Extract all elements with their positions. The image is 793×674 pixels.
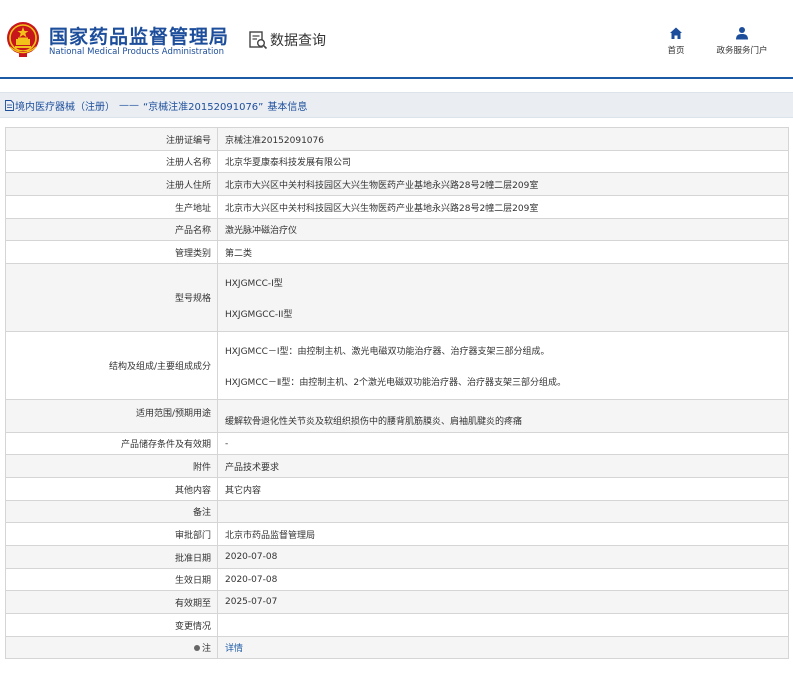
table-row: 产品名称 激光脉冲磁治疗仪 xyxy=(5,219,789,241)
row-label: 附件 xyxy=(6,455,218,477)
row-label: 注册证编号 xyxy=(6,128,218,150)
row-value-line-1: HXJGMCC-Ⅰ型 xyxy=(225,278,283,289)
nav-home-label: 首页 xyxy=(667,46,685,56)
row-label: 注册人住所 xyxy=(6,173,218,195)
row-value-line-2: HXJGMCC－Ⅱ型：由控制主机、2个激光电磁双功能治疗器、治疗器支架三部分组成… xyxy=(225,377,567,388)
document-icon xyxy=(5,99,14,111)
row-label: 注册人名称 xyxy=(6,151,218,172)
nav-home[interactable]: 首页 xyxy=(641,26,711,56)
table-row: 批准日期 2020-07-08 xyxy=(5,546,789,569)
row-value-line-1: HXJGMCC－Ⅰ型：由控制主机、激光电磁双功能治疗器、治疗器支架三部分组成。 xyxy=(225,346,550,357)
row-label: 其他内容 xyxy=(6,478,218,500)
table-row: 注册人住所 北京市大兴区中关村科技园区大兴生物医药产业基地永兴路28号2幢二层2… xyxy=(5,173,789,196)
row-label: 适用范围/预期用途 xyxy=(6,400,218,432)
nav-service-portal-label: 政务服务门户 xyxy=(716,46,768,56)
row-value: 激光脉冲磁治疗仪 xyxy=(225,226,298,236)
site-title[interactable]: 国家药品监督管理局 xyxy=(49,22,229,49)
table-row: 型号规格 HXJGMCC-Ⅰ型 HXJGMGCC-II型 xyxy=(5,264,789,332)
row-label: 有效期至 xyxy=(6,591,218,613)
row-value: 2020-07-08 xyxy=(225,574,278,585)
table-row: 生产地址 北京市大兴区中关村科技园区大兴生物医药产业基地永兴路28号2幢二层20… xyxy=(5,196,789,219)
site-header: 国家药品监督管理局 National Medical Products Admi… xyxy=(0,0,793,79)
data-query-label: 数据查询 xyxy=(270,33,326,49)
table-row: 其他内容 其它内容 xyxy=(5,478,789,501)
data-query-heading[interactable]: 数据查询 xyxy=(248,30,326,50)
table-row: 产品储存条件及有效期 - xyxy=(5,433,789,455)
table-row: 管理类别 第二类 xyxy=(5,241,789,264)
row-label: 管理类别 xyxy=(6,241,218,263)
row-value: 北京市大兴区中关村科技园区大兴生物医药产业基地永兴路28号2幢二层209室 xyxy=(225,203,539,214)
table-row: 变更情况 xyxy=(5,614,789,637)
table-row: 适用范围/预期用途 缓解软骨退化性关节炎及软组织损伤中的腰背肌筋膜炎、肩袖肌腱炎… xyxy=(5,400,789,433)
row-label: 产品储存条件及有效期 xyxy=(6,433,218,454)
details-link[interactable]: 详情 xyxy=(225,641,788,654)
row-value: 缓解软骨退化性关节炎及软组织损伤中的腰背肌筋膜炎、肩袖肌腱炎的疼痛 xyxy=(225,417,523,427)
row-label: 审批部门 xyxy=(6,523,218,545)
row-value: 北京市药品监督管理局 xyxy=(225,530,316,541)
row-label: 生效日期 xyxy=(6,569,218,590)
pin-icon xyxy=(193,644,200,651)
row-value: 北京华夏康泰科技发展有限公司 xyxy=(225,158,352,168)
row-label: 结构及组成/主要组成成分 xyxy=(6,332,218,399)
row-value: 其它内容 xyxy=(225,485,262,496)
table-row: 结构及组成/主要组成成分 HXJGMCC－Ⅰ型：由控制主机、激光电磁双功能治疗器… xyxy=(5,332,789,400)
row-label: 备注 xyxy=(6,501,218,522)
table-row: 注 详情 xyxy=(5,637,789,659)
row-value: 2020-07-08 xyxy=(225,552,278,562)
table-row: 注册人名称 北京华夏康泰科技发展有限公司 xyxy=(5,151,789,173)
row-value: 北京市大兴区中关村科技园区大兴生物医药产业基地永兴路28号2幢二层209室 xyxy=(225,180,539,191)
row-label: 产品名称 xyxy=(6,219,218,240)
document-search-icon xyxy=(249,31,268,50)
breadcrumb: 境内医疗器械（注册） —— “京械注准20152091076” 基本信息 xyxy=(0,92,793,118)
site-title-en[interactable]: National Medical Products Administration xyxy=(49,47,224,57)
row-label: 批准日期 xyxy=(6,546,218,568)
breadcrumb-suffix: 基本信息 xyxy=(267,101,308,113)
breadcrumb-separator: —— xyxy=(119,99,139,111)
row-value: - xyxy=(225,438,229,449)
user-icon xyxy=(736,27,748,40)
table-row: 审批部门 北京市药品监督管理局 xyxy=(5,523,789,546)
national-emblem-icon xyxy=(7,22,39,57)
row-label: 型号规格 xyxy=(6,264,218,331)
table-row: 有效期至 2025-07-07 xyxy=(5,591,789,614)
row-label: 生产地址 xyxy=(6,196,218,218)
table-row: 生效日期 2020-07-08 xyxy=(5,569,789,591)
nav-service-portal[interactable]: 政务服务门户 xyxy=(707,26,777,56)
row-label: 变更情况 xyxy=(6,614,218,636)
row-value: 2025-07-07 xyxy=(225,597,278,607)
table-row: 备注 xyxy=(5,501,789,523)
row-value: 第二类 xyxy=(225,248,253,259)
row-value: 京械注准20152091076 xyxy=(225,135,324,146)
breadcrumb-record: “京械注准20152091076” xyxy=(143,101,264,113)
row-label-text: 注 xyxy=(201,644,211,654)
table-row: 注册证编号 京械注准20152091076 xyxy=(5,128,789,151)
row-label-note: 注 xyxy=(6,637,218,658)
row-value: 产品技术要求 xyxy=(225,462,280,473)
detail-table: 注册证编号 京械注准20152091076 注册人名称 北京华夏康泰科技发展有限… xyxy=(5,127,789,659)
home-icon xyxy=(670,27,682,39)
row-value-line-2: HXJGMGCC-II型 xyxy=(225,309,293,320)
breadcrumb-category[interactable]: 境内医疗器械（注册） xyxy=(15,98,115,113)
header-divider xyxy=(0,77,793,79)
table-row: 附件 产品技术要求 xyxy=(5,455,789,478)
